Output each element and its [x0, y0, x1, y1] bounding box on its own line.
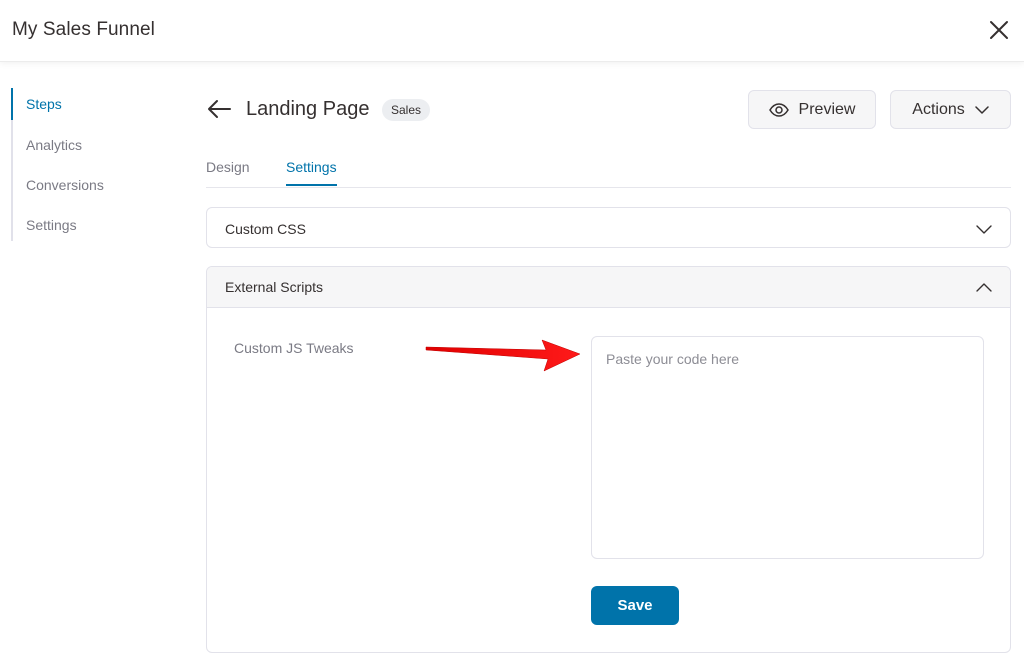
sidebar-item-settings[interactable]: Settings [26, 217, 77, 233]
sidebar-nav: Steps Analytics Conversions Settings [11, 88, 181, 241]
tab-settings[interactable]: Settings [286, 159, 337, 186]
top-bar: My Sales Funnel [0, 0, 1024, 62]
preview-label: Preview [798, 100, 856, 118]
external-scripts-section: External Scripts Custom JS Tweaks Save [206, 266, 1011, 653]
custom-css-section: Custom CSS [206, 207, 1011, 248]
custom-css-title: Custom CSS [225, 220, 306, 237]
page-title: Landing Page [246, 98, 370, 120]
actions-label: Actions [912, 100, 965, 118]
page-type-badge: Sales [382, 99, 431, 121]
preview-button[interactable]: Preview [748, 90, 876, 129]
tab-design[interactable]: Design [206, 159, 250, 184]
eye-icon [768, 102, 789, 117]
app-title: My Sales Funnel [12, 19, 156, 40]
back-button[interactable] [206, 98, 232, 120]
save-button[interactable]: Save [591, 586, 679, 625]
arrow-left-icon [208, 100, 231, 118]
close-icon [990, 21, 1008, 39]
chevron-down-icon [976, 225, 992, 234]
external-scripts-title: External Scripts [225, 279, 324, 295]
actions-dropdown-button[interactable]: Actions [890, 90, 1011, 129]
chevron-down-icon [974, 105, 989, 114]
sidebar-item-analytics[interactable]: Analytics [26, 137, 82, 153]
sidebar-item-steps[interactable]: Steps [26, 96, 62, 112]
external-scripts-header[interactable]: External Scripts [207, 267, 1010, 308]
chevron-up-icon [976, 283, 992, 292]
close-button[interactable] [986, 17, 1012, 43]
sidebar-item-conversions[interactable]: Conversions [26, 177, 104, 193]
custom-css-header[interactable]: Custom CSS [207, 208, 1010, 249]
custom-js-textarea[interactable] [591, 336, 984, 559]
sidebar-active-indicator [11, 88, 13, 120]
tab-bar: Design Settings [206, 155, 1011, 188]
custom-js-label: Custom JS Tweaks [234, 340, 354, 356]
